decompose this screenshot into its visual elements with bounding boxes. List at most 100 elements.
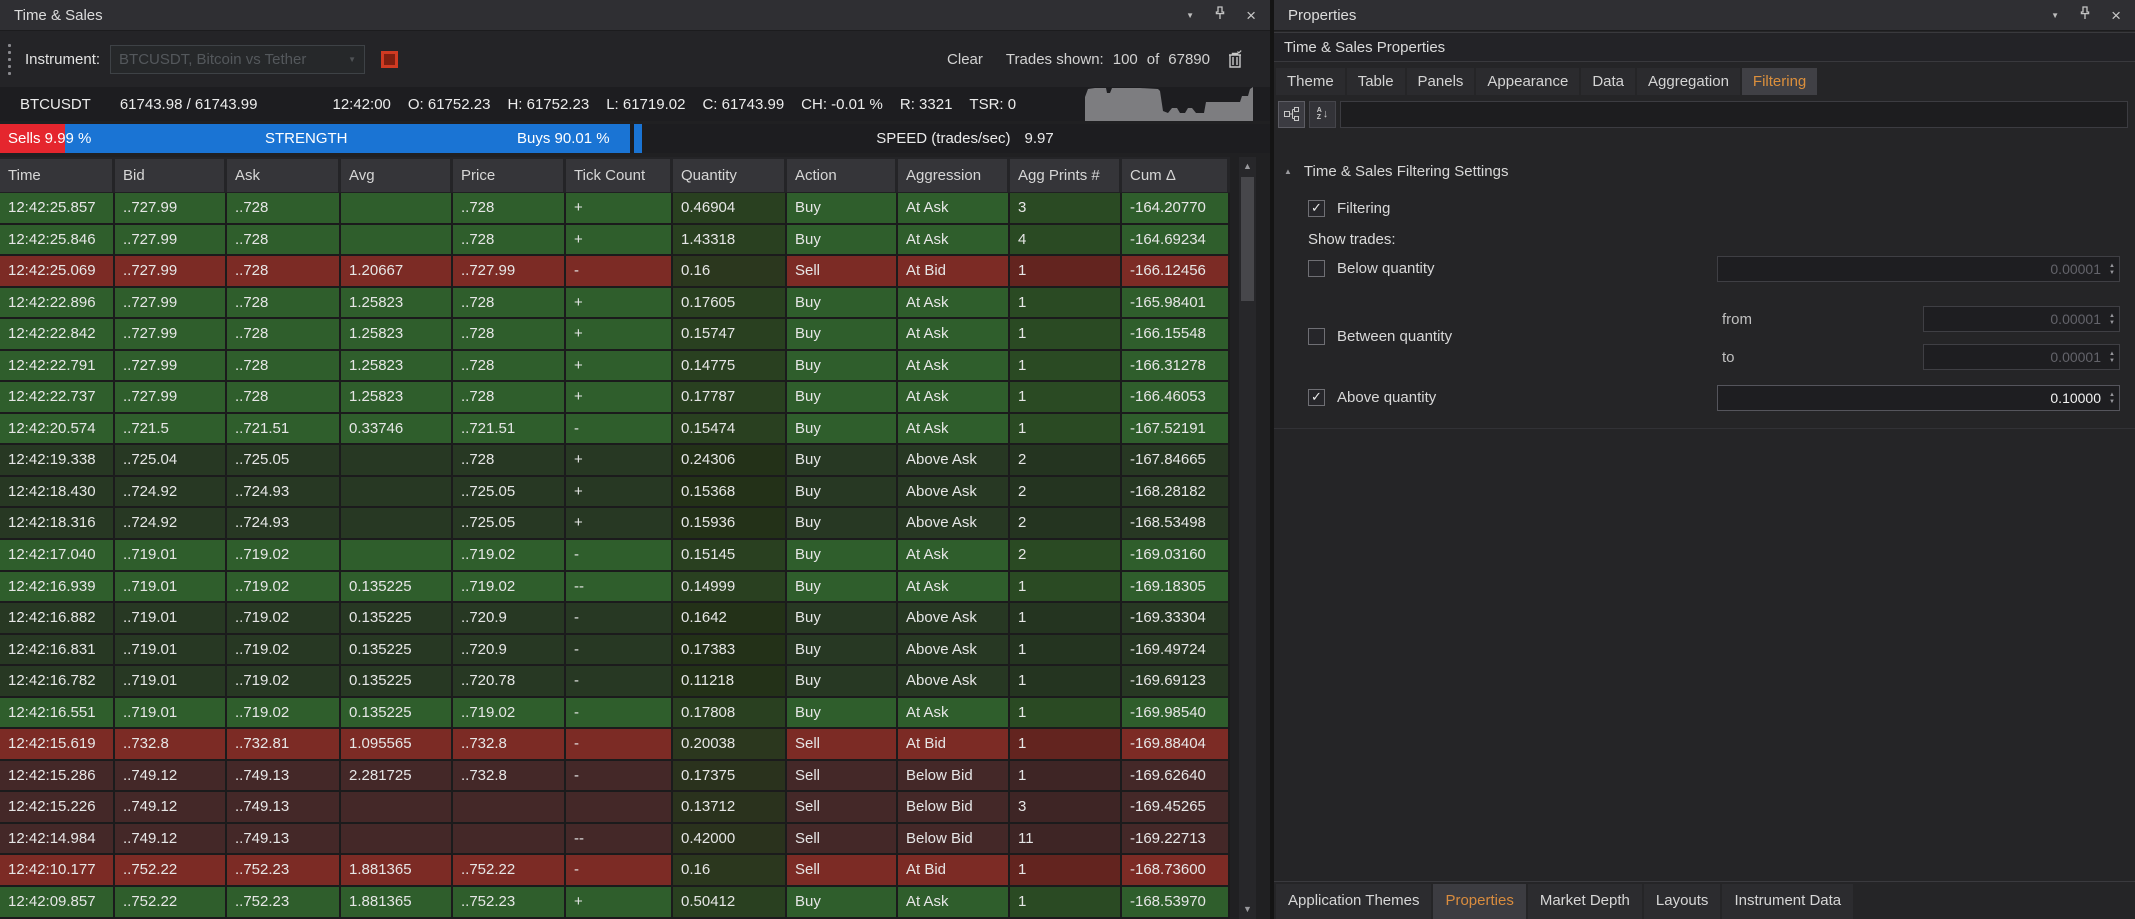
- trade-row[interactable]: 12:42:25.846..727.99..728..728+1.43318Bu…: [0, 225, 1230, 257]
- cell-aggression: At Ask: [898, 193, 1010, 223]
- cell-time: 12:42:19.338: [0, 445, 115, 475]
- bottom-tab-layouts[interactable]: Layouts: [1644, 884, 1721, 919]
- bottom-tab-market-depth[interactable]: Market Depth: [1528, 884, 1642, 919]
- cell-cum: -166.15548: [1122, 319, 1230, 349]
- cell-qty: 0.14999: [673, 572, 787, 602]
- stat-change: CH: -0.01 %: [801, 96, 883, 113]
- cell-qty: 0.1642: [673, 603, 787, 633]
- filtering-settings-section-header[interactable]: ▲ Time & Sales Filtering Settings: [1284, 163, 1508, 180]
- below-quantity-checkbox[interactable]: ✓: [1308, 260, 1325, 277]
- column-header-ask[interactable]: Ask: [227, 157, 341, 192]
- tab-data[interactable]: Data: [1581, 68, 1635, 95]
- trade-row[interactable]: 12:42:22.791..727.99..7281.25823..728+0.…: [0, 351, 1230, 383]
- close-icon[interactable]: ×: [2111, 7, 2121, 24]
- trade-row[interactable]: 12:42:16.551..719.01..719.020.135225..71…: [0, 698, 1230, 730]
- strength-bar: Sells 9.99 % STRENGTH Buys 90.01 % SPEED…: [0, 124, 1270, 153]
- close-icon[interactable]: ×: [1246, 7, 1256, 24]
- trade-row[interactable]: 12:42:16.882..719.01..719.020.135225..72…: [0, 603, 1230, 635]
- bottom-tab-properties[interactable]: Properties: [1433, 884, 1525, 919]
- bottom-tab-instrument-data[interactable]: Instrument Data: [1722, 884, 1853, 919]
- trade-row[interactable]: 12:42:20.574..721.5..721.510.33746..721.…: [0, 414, 1230, 446]
- tab-table[interactable]: Table: [1347, 68, 1405, 95]
- alphabetical-sort-button[interactable]: AZ ↓: [1309, 101, 1336, 128]
- spinner-buttons[interactable]: ▲▼: [2105, 263, 2119, 276]
- column-header-cum-[interactable]: Cum Δ: [1122, 157, 1230, 192]
- trade-row[interactable]: 12:42:17.040..719.01..719.02..719.02-0.1…: [0, 540, 1230, 572]
- column-header-aggression[interactable]: Aggression: [898, 157, 1010, 192]
- tab-panels[interactable]: Panels: [1407, 68, 1475, 95]
- cell-bid: ..719.01: [115, 572, 227, 602]
- tab-theme[interactable]: Theme: [1276, 68, 1345, 95]
- between-to-input[interactable]: 0.00001 ▲▼: [1923, 344, 2120, 370]
- cell-time: 12:42:16.551: [0, 698, 115, 728]
- scroll-down-icon[interactable]: ▼: [1239, 901, 1256, 918]
- filtering-checkbox[interactable]: ✓: [1308, 200, 1325, 217]
- trade-row[interactable]: 12:42:22.737..727.99..7281.25823..728+0.…: [0, 382, 1230, 414]
- trade-row[interactable]: 12:42:18.430..724.92..724.93..725.05+0.1…: [0, 477, 1230, 509]
- clear-button[interactable]: Clear: [947, 51, 983, 68]
- between-quantity-checkbox[interactable]: ✓: [1308, 328, 1325, 345]
- cell-avg: 0.135225: [341, 603, 453, 633]
- scrollbar-thumb[interactable]: [1241, 177, 1254, 301]
- spinner-buttons[interactable]: ▲▼: [2105, 313, 2119, 326]
- instrument-dropdown[interactable]: BTCUSDT, Bitcoin vs Tether ▼: [110, 45, 365, 74]
- trade-row[interactable]: 12:42:16.939..719.01..719.020.135225..71…: [0, 572, 1230, 604]
- cell-avg: 1.20667: [341, 256, 453, 286]
- cell-ask: ..728: [227, 288, 341, 318]
- trade-row[interactable]: 12:42:22.896..727.99..7281.25823..728+0.…: [0, 288, 1230, 320]
- instrument-status-square[interactable]: [381, 51, 398, 68]
- pin-icon[interactable]: [1214, 6, 1226, 25]
- above-quantity-checkbox[interactable]: ✓: [1308, 389, 1325, 406]
- spinner-buttons[interactable]: ▲▼: [2105, 392, 2119, 405]
- between-from-input[interactable]: 0.00001 ▲▼: [1923, 306, 2120, 332]
- trade-row[interactable]: 12:42:15.619..732.8..732.811.095565..732…: [0, 729, 1230, 761]
- cell-ask: ..749.13: [227, 824, 341, 854]
- trade-row[interactable]: 12:42:16.831..719.01..719.020.135225..72…: [0, 635, 1230, 667]
- cell-price: ..720.78: [453, 666, 566, 696]
- trade-row[interactable]: 12:42:10.177..752.22..752.231.881365..75…: [0, 855, 1230, 887]
- column-header-time[interactable]: Time: [0, 157, 115, 192]
- cell-cum: -166.31278: [1122, 351, 1230, 381]
- cell-cum: -164.69234: [1122, 225, 1230, 255]
- tab-appearance[interactable]: Appearance: [1476, 68, 1579, 95]
- drag-grip-icon[interactable]: [8, 44, 11, 75]
- panel-menu-caret-icon[interactable]: ▼: [1186, 11, 1194, 20]
- delete-trades-icon[interactable]: [1227, 50, 1244, 69]
- spinner-buttons[interactable]: ▲▼: [2105, 351, 2119, 364]
- cell-bid: ..749.12: [115, 824, 227, 854]
- scroll-up-icon[interactable]: ▲: [1239, 158, 1256, 175]
- column-header-bid[interactable]: Bid: [115, 157, 227, 192]
- above-quantity-input[interactable]: 0.10000 ▲▼: [1717, 385, 2120, 411]
- cell-prints: 1: [1010, 319, 1122, 349]
- column-header-tick-count[interactable]: Tick Count: [566, 157, 673, 192]
- categorized-view-button[interactable]: [1278, 101, 1305, 128]
- trade-row[interactable]: 12:42:16.782..719.01..719.020.135225..72…: [0, 666, 1230, 698]
- trade-row[interactable]: 12:42:15.226..749.12..749.130.13712SellB…: [0, 792, 1230, 824]
- cell-cum: -169.22713: [1122, 824, 1230, 854]
- below-quantity-input[interactable]: 0.00001 ▲▼: [1717, 256, 2120, 282]
- column-header-action[interactable]: Action: [787, 157, 898, 192]
- trade-row[interactable]: 12:42:18.316..724.92..724.93..725.05+0.1…: [0, 508, 1230, 540]
- trade-row[interactable]: 12:42:09.857..752.22..752.231.881365..75…: [0, 887, 1230, 919]
- trade-row[interactable]: 12:42:14.984..749.12..749.13--0.42000Sel…: [0, 824, 1230, 856]
- tab-filtering[interactable]: Filtering: [1742, 68, 1817, 95]
- column-header-agg-prints-[interactable]: Agg Prints #: [1010, 157, 1122, 192]
- bottom-tab-application-themes[interactable]: Application Themes: [1276, 884, 1431, 919]
- trade-row[interactable]: 12:42:25.857..727.99..728..728+0.46904Bu…: [0, 193, 1230, 225]
- trade-row[interactable]: 12:42:15.286..749.12..749.132.281725..73…: [0, 761, 1230, 793]
- cell-prints: 1: [1010, 382, 1122, 412]
- trade-row[interactable]: 12:42:19.338..725.04..725.05..728+0.2430…: [0, 445, 1230, 477]
- column-header-price[interactable]: Price: [453, 157, 566, 192]
- cell-avg: 1.095565: [341, 729, 453, 759]
- panel-menu-caret-icon[interactable]: ▼: [2051, 11, 2059, 20]
- trades-scrollbar[interactable]: ▲ ▼: [1239, 157, 1256, 919]
- pin-icon[interactable]: [2079, 6, 2091, 25]
- column-header-quantity[interactable]: Quantity: [673, 157, 787, 192]
- cell-time: 12:42:10.177: [0, 855, 115, 885]
- below-quantity-row: ✓ Below quantity: [1308, 260, 1435, 277]
- tab-aggregation[interactable]: Aggregation: [1637, 68, 1740, 95]
- property-search-input[interactable]: [1340, 101, 2128, 128]
- column-header-avg[interactable]: Avg: [341, 157, 453, 192]
- trade-row[interactable]: 12:42:25.069..727.99..7281.20667..727.99…: [0, 256, 1230, 288]
- trade-row[interactable]: 12:42:22.842..727.99..7281.25823..728+0.…: [0, 319, 1230, 351]
